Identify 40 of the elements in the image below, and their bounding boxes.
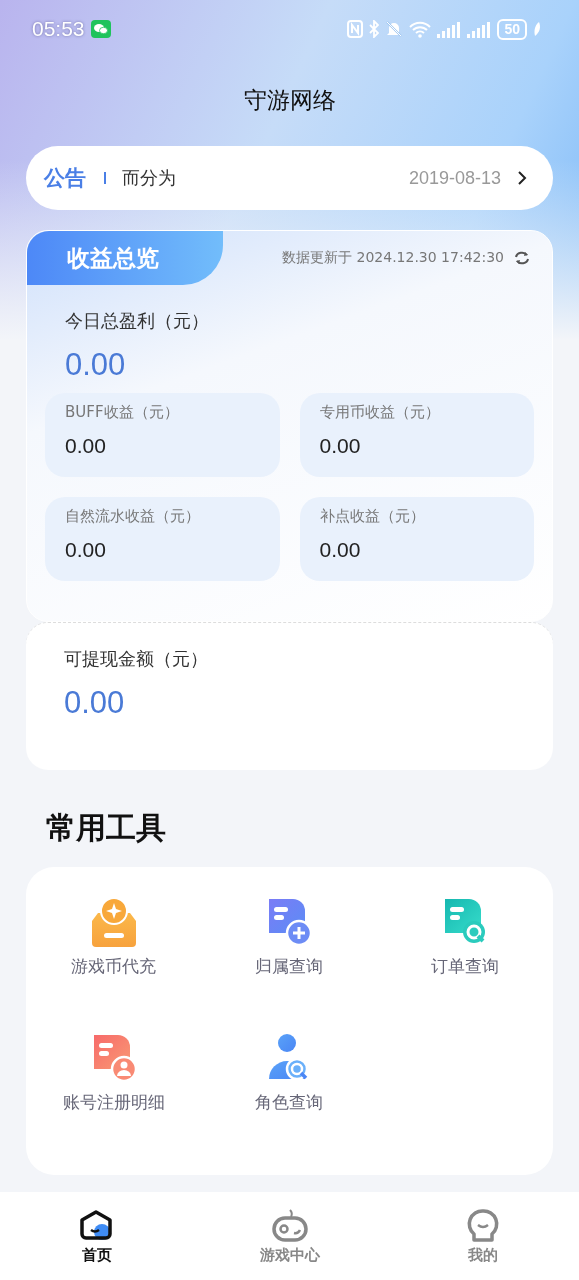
income-label: 补点收益（元） [319, 507, 426, 526]
total-profit-value: 0.00 [64, 347, 127, 383]
income-label: BUFF收益（元） [65, 403, 180, 422]
tool-button[interactable]: 游戏币代充 [26, 895, 202, 978]
notice-date: 2019-08-13 [408, 167, 501, 189]
income-value: 0.00 [319, 538, 362, 562]
update-time: 数据更新于 2024.12.30 17:42:30 [282, 249, 504, 267]
withdraw-value: 0.00 [63, 685, 126, 721]
income-value: 0.00 [319, 434, 362, 458]
leaf-icon [533, 21, 541, 37]
chat-app-icon [90, 20, 111, 38]
signal-icon [437, 20, 462, 38]
bluetooth-icon [369, 20, 380, 38]
status-time: 05:53 [32, 17, 85, 41]
nfc-icon [347, 20, 364, 38]
income-value: 0.00 [65, 434, 107, 458]
tool-button[interactable]: 归属查询 [201, 895, 378, 978]
nav-tab[interactable]: 我的 [422, 1207, 543, 1265]
wifi-icon [409, 20, 432, 38]
notice-tag: 公告 [44, 164, 86, 192]
refresh-icon [514, 251, 530, 265]
notice-bar[interactable]: 公告 而分为 2019-08-13 [26, 146, 553, 210]
nav-tab[interactable]: 游戏中心 [229, 1207, 350, 1265]
income-label: 自然流水收益（元） [65, 507, 201, 526]
chevron-right-icon [517, 170, 527, 186]
section-title: 常用工具 [46, 809, 167, 847]
battery-icon: 50 [497, 18, 527, 40]
income-value: 0.00 [65, 538, 107, 562]
total-profit-label: 今日总盈利（元） [64, 309, 210, 333]
page-title: 守游网络 [242, 86, 337, 115]
tool-button[interactable]: 角色查询 [201, 1031, 378, 1114]
tool-button[interactable]: 订单查询 [377, 895, 553, 978]
nav-tab[interactable]: 首页 [36, 1207, 157, 1265]
income-label: 专用币收益（元） [319, 403, 441, 422]
notice-text: 而分为 [122, 166, 177, 190]
signal-icon [467, 20, 492, 38]
tool-button[interactable]: 账号注册明细 [26, 1031, 202, 1114]
withdraw-label: 可提现金额（元） [63, 647, 209, 671]
gamepad-icon [270, 1207, 309, 1244]
muted-bell-icon [385, 20, 404, 38]
